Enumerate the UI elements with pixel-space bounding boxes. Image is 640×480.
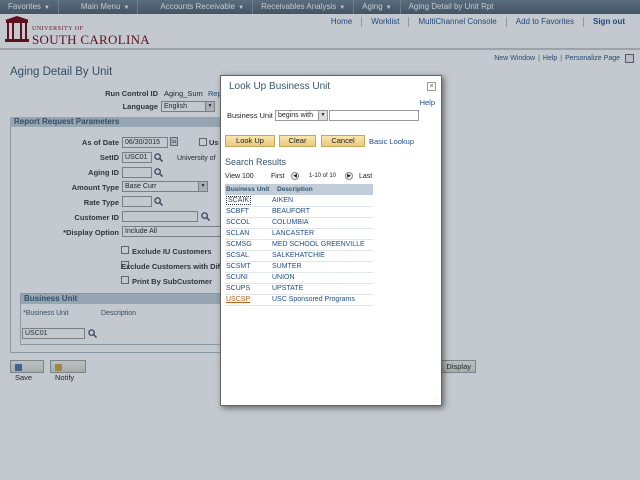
row-code[interactable]: SCCOL (225, 217, 271, 229)
next-arrow-icon[interactable]: ▶ (345, 172, 353, 180)
cancel-button[interactable]: Cancel (321, 135, 365, 147)
row-desc[interactable]: SUMTER (271, 261, 373, 273)
row-desc[interactable]: COLUMBIA (271, 217, 373, 229)
table-row[interactable]: SCUPS UPSTATE (225, 283, 373, 295)
dialog-help-link[interactable]: Help (420, 98, 435, 107)
row-desc[interactable]: LANCASTER (271, 228, 373, 240)
operator-value: begins with (278, 112, 314, 119)
results-range: 1-10 of 10 (309, 173, 337, 179)
row-desc[interactable]: UPSTATE (271, 283, 373, 295)
row-desc[interactable]: AIKEN (271, 195, 373, 207)
row-code[interactable]: SCLAN (225, 228, 271, 240)
business-unit-field-label: Business Unit (227, 111, 273, 120)
row-code[interactable]: SCSAL (225, 250, 271, 262)
close-icon[interactable]: × (427, 82, 436, 91)
col-business-unit[interactable]: Business Unit (225, 184, 271, 195)
table-row[interactable]: SCSMT SUMTER (225, 261, 373, 273)
row-code[interactable]: SCMSG (225, 239, 271, 251)
row-desc[interactable]: UNION (271, 272, 373, 284)
resize-handle-icon[interactable]: ⋰ (433, 397, 439, 403)
business-unit-search-input[interactable] (329, 110, 419, 121)
results-navigation: View 100 First ◀ 1-10 of 10 ▶ Last (225, 172, 373, 180)
operator-select[interactable]: begins with ▼ (275, 110, 328, 121)
row-code[interactable]: SCUNI (225, 272, 271, 284)
basic-lookup-link[interactable]: Basic Lookup (369, 137, 414, 146)
row-desc[interactable]: USC Sponsored Programs (271, 294, 373, 306)
row-code[interactable]: USCSP (225, 294, 271, 306)
row-code[interactable]: SCBFT (225, 206, 271, 218)
view-100-link[interactable]: View 100 (225, 173, 254, 180)
table-row[interactable]: SCSAL SALKEHATCHIE (225, 250, 373, 262)
row-code[interactable]: SCUPS (225, 283, 271, 295)
row-desc[interactable]: MED SCHOOL GREENVILLE (271, 239, 373, 251)
table-row[interactable]: SCBFT BEAUFORT (225, 206, 373, 218)
table-row[interactable]: USCSP USC Sponsored Programs (225, 294, 373, 306)
prev-arrow-icon[interactable]: ◀ (291, 172, 299, 180)
row-code[interactable]: SCSMT (225, 261, 271, 273)
table-row[interactable]: SCMSG MED SCHOOL GREENVILLE (225, 239, 373, 251)
first-link[interactable]: First (271, 173, 285, 180)
row-desc[interactable]: BEAUFORT (271, 206, 373, 218)
last-link[interactable]: Last (359, 173, 372, 180)
table-row[interactable]: SCLAN LANCASTER (225, 228, 373, 240)
col-description[interactable]: Description (271, 184, 373, 195)
table-row[interactable]: SCUNI UNION (225, 272, 373, 284)
row-code-text: SCAIK (226, 195, 252, 205)
clear-button[interactable]: Clear (279, 135, 316, 147)
row-code[interactable]: SCAIK (225, 195, 271, 207)
look-up-button[interactable]: Look Up (225, 135, 275, 147)
table-row[interactable]: SCCOL COLUMBIA (225, 217, 373, 229)
chevron-down-icon: ▼ (318, 111, 327, 120)
search-results-table: Business Unit Description SCAIK AIKEN SCB… (225, 184, 373, 306)
row-desc[interactable]: SALKEHATCHIE (271, 250, 373, 262)
lookup-business-unit-dialog: Look Up Business Unit × Help Business Un… (220, 75, 442, 406)
dialog-title: Look Up Business Unit (229, 81, 331, 92)
search-results-title: Search Results (225, 157, 287, 167)
table-row[interactable]: SCAIK AIKEN (225, 195, 373, 207)
